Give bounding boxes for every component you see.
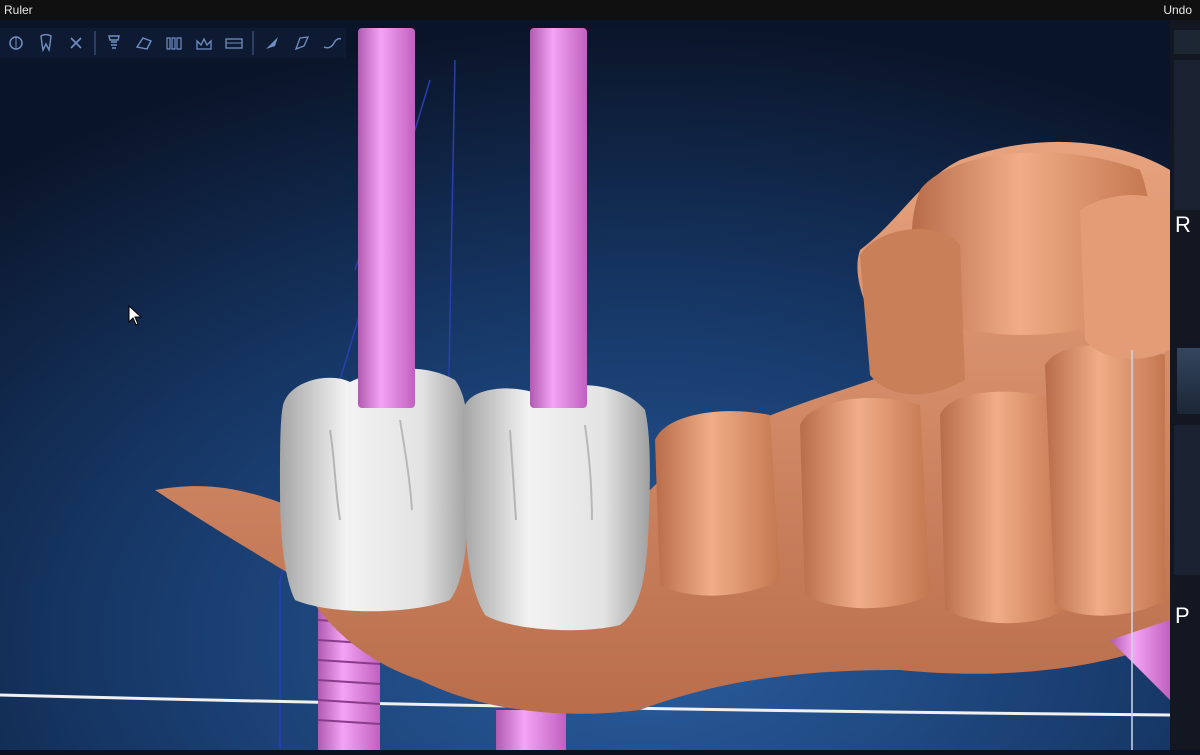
- polygon-cut-icon[interactable]: [288, 30, 316, 56]
- freehand-curve-icon[interactable]: [318, 30, 346, 56]
- tool-bar: [0, 28, 346, 58]
- toolbar-divider: [94, 31, 96, 55]
- compass-icon[interactable]: [2, 30, 30, 56]
- scene-svg[interactable]: [0, 20, 1171, 750]
- mouse-cursor-icon: [128, 304, 144, 332]
- tooth-icon[interactable]: [32, 30, 60, 56]
- implant-icon[interactable]: [100, 30, 128, 56]
- posterior-view-label: P: [1175, 603, 1190, 628]
- toolbar-divider: [252, 31, 254, 55]
- knife-icon[interactable]: [258, 30, 286, 56]
- panel-header-box: [1174, 30, 1200, 54]
- view-thumbnail-bottom[interactable]: [1174, 425, 1200, 575]
- top-bar: Ruler Undo: [0, 0, 1200, 20]
- delete-icon[interactable]: [62, 30, 90, 56]
- crown-right: [463, 385, 650, 631]
- teeth-set-icon[interactable]: [160, 30, 188, 56]
- implant-axis-left: [358, 28, 415, 408]
- view-thumbnail-top[interactable]: [1174, 60, 1200, 210]
- 3d-viewport[interactable]: [0, 20, 1171, 750]
- implant-axis-right: [530, 28, 587, 408]
- crown-icon[interactable]: [190, 30, 218, 56]
- implant-body-right: [496, 710, 566, 750]
- ruler-label[interactable]: Ruler: [4, 3, 33, 17]
- undo-button[interactable]: Undo: [1163, 3, 1192, 17]
- jaw-icon[interactable]: [220, 30, 248, 56]
- view-thumbnail-middle[interactable]: [1177, 348, 1200, 414]
- curve-icon[interactable]: [130, 30, 158, 56]
- right-view-label: R: [1175, 212, 1191, 237]
